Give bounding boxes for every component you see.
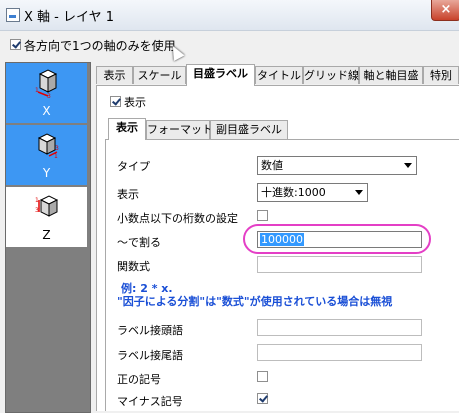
- suffix-input[interactable]: [257, 344, 422, 361]
- svg-text:1: 1: [35, 197, 39, 204]
- type-label: タイプ: [117, 160, 150, 173]
- chevron-down-icon: [404, 163, 412, 168]
- y-axis-cube-icon: 3 1: [37, 133, 59, 160]
- tab-scale[interactable]: スケール: [133, 66, 186, 84]
- subtab-display[interactable]: 表示: [108, 118, 146, 140]
- minus-sign-checkbox[interactable]: [257, 393, 268, 404]
- show-label: 表示: [124, 96, 146, 109]
- type-select-value: 数値: [261, 159, 283, 172]
- title-bar: X 軸 - レイヤ 1 ×: [0, 0, 459, 31]
- suffix-label: ラベル接尾語: [117, 349, 183, 362]
- svg-text:1: 1: [54, 153, 58, 160]
- axis-label-z: Z: [42, 228, 51, 242]
- tab-tick-labels[interactable]: 目盛ラベル: [186, 64, 255, 86]
- single-axis-checkbox[interactable]: [10, 39, 21, 50]
- formula-label: 関数式: [117, 260, 150, 273]
- svg-text:1: 1: [35, 87, 39, 94]
- subtab-minor-labels[interactable]: 副目盛ラベル: [210, 120, 288, 139]
- formula-input[interactable]: [257, 256, 422, 273]
- x-axis-cube-icon: 1 3: [35, 69, 58, 98]
- svg-text:3: 3: [55, 145, 59, 152]
- tab-title[interactable]: タイトル: [255, 66, 303, 84]
- axis-item-y[interactable]: 3 1 Y: [6, 125, 87, 185]
- tab-axis-ticks[interactable]: 軸と軸目盛: [359, 66, 423, 84]
- axis-label-y: Y: [42, 166, 51, 180]
- svg-text:3: 3: [35, 207, 39, 214]
- minus-sign-label: マイナス記号: [117, 395, 183, 408]
- decimals-label: 小数点以下の桁数の設定: [117, 212, 238, 225]
- display-select-value: 十進数:1000: [261, 186, 326, 199]
- divide-label: 〜で割る: [117, 236, 161, 249]
- axis-label-x: X: [42, 104, 51, 118]
- tab-special[interactable]: 特別: [423, 66, 459, 84]
- prefix-label: ラベル接頭語: [117, 324, 183, 337]
- axis-item-x[interactable]: 1 3 X: [6, 63, 87, 123]
- single-axis-label: 各方向で1つの軸のみを使用: [24, 39, 176, 53]
- show-checkbox[interactable]: [110, 96, 121, 107]
- decimals-checkbox[interactable]: [257, 210, 268, 221]
- axis-item-z[interactable]: 1 3 Z: [6, 187, 87, 247]
- tab-grid-lines[interactable]: グリッド線: [303, 66, 359, 84]
- highlight-ring: [243, 224, 431, 254]
- svg-text:3: 3: [47, 93, 51, 98]
- prefix-input[interactable]: [257, 319, 422, 336]
- app-icon: [6, 8, 20, 22]
- tab-display[interactable]: 表示: [96, 66, 133, 84]
- formula-ignore-note: "因子による分割"は"数式"が使用されている場合は無視: [117, 295, 393, 308]
- subtab-format[interactable]: フォーマット: [146, 120, 213, 139]
- plus-sign-checkbox[interactable]: [257, 371, 268, 382]
- chevron-down-icon: [355, 190, 363, 195]
- display-label: 表示: [117, 188, 139, 201]
- z-axis-cube-icon: 1 3: [35, 195, 59, 217]
- display-select[interactable]: 十進数:1000: [257, 183, 368, 202]
- window-title: X 軸 - レイヤ 1: [24, 10, 115, 25]
- type-select[interactable]: 数値: [257, 156, 417, 175]
- close-button[interactable]: ×: [431, 0, 459, 21]
- plus-sign-label: 正の記号: [117, 373, 161, 386]
